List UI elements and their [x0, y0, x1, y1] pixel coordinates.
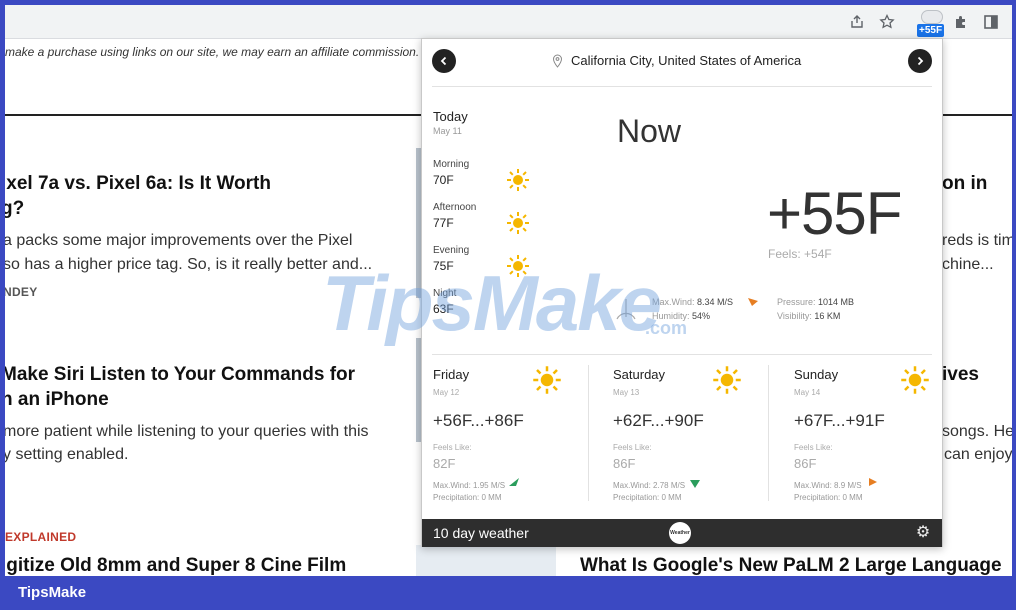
- pressure: Pressure: 1014 MB: [777, 297, 855, 307]
- article-desc: chine...: [942, 256, 994, 273]
- ten-day-weather-link[interactable]: 10 day weather: [433, 525, 529, 541]
- period-evening: Evening 75F: [433, 245, 470, 273]
- feels-like: Feels: +54F: [768, 247, 832, 261]
- article-desc: more patient while listening to your que…: [5, 423, 369, 440]
- sun-icon: [533, 366, 561, 394]
- current-temperature: +55F: [767, 180, 902, 247]
- brand-name: TipsMake: [18, 584, 87, 601]
- period-night: Night 63F: [433, 288, 457, 316]
- wind-direction-icon: [748, 298, 758, 306]
- article-desc: can enjoy: [944, 446, 1012, 463]
- sun-icon: [901, 366, 929, 394]
- affiliate-disclaimer: make a purchase using links on our site,…: [5, 45, 438, 59]
- next-location-button[interactable]: [908, 49, 932, 73]
- sun-icon: [507, 255, 529, 277]
- wind-direction-icon: [509, 478, 519, 486]
- barometer-icon: [616, 299, 636, 320]
- location-name[interactable]: California City, United States of Americ…: [571, 53, 801, 68]
- article-desc: reds is tim: [942, 232, 1012, 249]
- chevron-left-icon: [440, 56, 447, 66]
- humidity: Humidity: 54%: [652, 311, 711, 321]
- article-title[interactable]: g?: [5, 196, 24, 221]
- divider: [432, 354, 932, 355]
- today-header: Today May 11: [433, 109, 468, 136]
- article-desc: songs. He: [942, 423, 1012, 440]
- prev-location-button[interactable]: [432, 49, 456, 73]
- column-divider: [768, 365, 769, 501]
- sun-icon: [507, 169, 529, 191]
- article-title[interactable]: ives: [942, 362, 979, 387]
- bookmark-star-icon[interactable]: [878, 13, 896, 31]
- article-title[interactable]: Make Siri Listen to Your Commands for: [5, 362, 355, 387]
- article-title[interactable]: What Is Google's New PaLM 2 Large Langua…: [580, 553, 1002, 576]
- column-divider: [588, 365, 589, 501]
- brand-bar: TipsMake: [0, 576, 1016, 610]
- side-panel-icon[interactable]: [982, 13, 1000, 31]
- weather-extension-button[interactable]: +55F: [915, 8, 949, 38]
- article-title[interactable]: igitize Old 8mm and Super 8 Cine Film: [5, 553, 346, 576]
- period-morning: Morning 70F: [433, 159, 470, 187]
- browser-toolbar: +55F: [5, 5, 1012, 39]
- article-desc: y setting enabled.: [5, 446, 129, 463]
- article-thumbnail[interactable]: [416, 545, 556, 576]
- moon-icon: [650, 169, 698, 265]
- article-title[interactable]: n an iPhone: [5, 387, 109, 412]
- wind-direction-icon: [869, 478, 877, 486]
- article-desc: a packs some major improvements over the…: [5, 232, 353, 249]
- temperature-badge: +55F: [917, 24, 945, 37]
- moon-icon: [510, 294, 523, 320]
- weather-popup: California City, United States of Americ…: [421, 38, 943, 547]
- visibility: Visibility: 16 KM: [777, 311, 841, 321]
- sun-icon: [507, 212, 529, 234]
- weather-logo: Weather: [669, 522, 691, 544]
- max-wind: Max.Wind: 8.34 M/S: [652, 297, 734, 307]
- sun-icon: [713, 366, 741, 394]
- category-label[interactable]: EXPLAINED: [5, 530, 76, 544]
- period-afternoon: Afternoon 77F: [433, 202, 477, 230]
- article-desc: so has a higher price tag. So, is it rea…: [5, 256, 373, 273]
- wind-direction-icon: [690, 480, 700, 488]
- today-label: Today: [433, 109, 468, 124]
- chevron-right-icon: [917, 56, 924, 66]
- share-icon[interactable]: [848, 13, 866, 31]
- popup-footer: 10 day weather Weather ⚙: [422, 519, 942, 547]
- article-author[interactable]: NDEY: [5, 285, 38, 299]
- extensions-puzzle-icon[interactable]: [952, 13, 970, 31]
- today-date: May 11: [433, 126, 462, 136]
- article-title[interactable]: ixel 7a vs. Pixel 6a: Is It Worth: [5, 171, 271, 196]
- divider: [432, 86, 932, 87]
- cloud-icon: [921, 10, 943, 24]
- settings-gear-icon[interactable]: ⚙: [914, 524, 932, 542]
- location-pin-icon: [552, 54, 563, 68]
- article-title[interactable]: on in: [942, 171, 987, 196]
- now-label: Now: [617, 113, 682, 149]
- frame-right: [1012, 0, 1016, 610]
